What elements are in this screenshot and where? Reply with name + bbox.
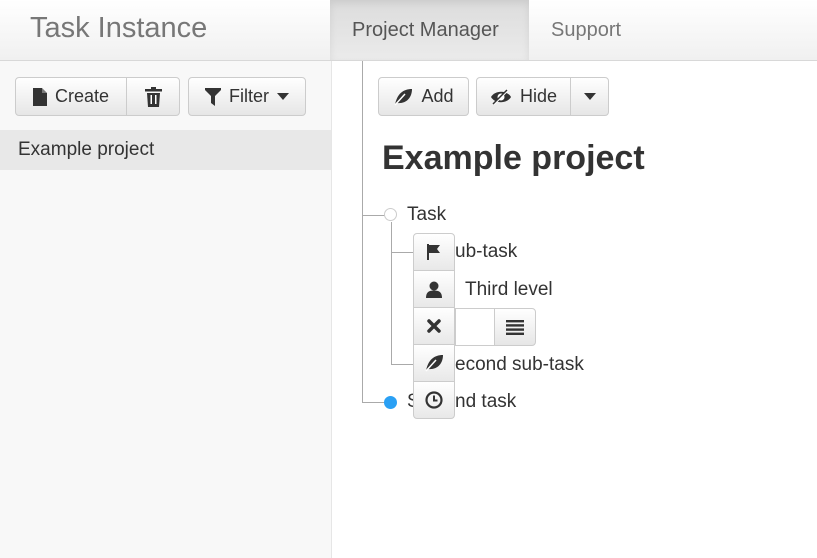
tree-item-second-sub-task[interactable]: econd sub-task [455,354,584,376]
caret-down-icon [583,93,596,100]
hide-dropdown-toggle[interactable] [570,77,609,116]
top-navbar: Task Instance Project Manager Support [0,0,817,61]
tree-connector [362,61,363,403]
leaf-icon [425,355,443,372]
create-label: Create [54,86,110,106]
second-task-status-node[interactable] [384,396,397,409]
project-title: Example project [382,139,645,177]
tree-item-second-task-end[interactable]: nd task [455,391,516,413]
tree-item-third-level[interactable]: Third level [465,279,553,301]
hide-button[interactable]: Hide [476,77,571,116]
remove-button[interactable] [413,307,455,345]
tree-connector [362,215,386,216]
filter-icon [205,87,221,106]
task-menu-button[interactable] [494,308,536,346]
trash-icon [144,86,162,107]
flag-button[interactable] [413,233,455,271]
schedule-button[interactable] [413,381,455,419]
eye-slash-icon [490,88,511,105]
tree-connector [362,402,386,403]
add-label: Add [421,86,454,106]
file-icon [32,87,47,106]
sidebar-item-example-project[interactable]: Example project [0,130,331,170]
tree-item-sub-task[interactable]: ub-task [455,241,517,263]
filter-label: Filter [229,86,269,106]
node-toolbar [413,233,455,419]
leaf-button[interactable] [413,344,455,382]
flag-icon [427,244,440,260]
caret-down-icon [277,93,289,100]
add-button[interactable]: Add [378,77,469,116]
tree-connector [391,222,392,365]
tab-support[interactable]: Support [529,0,643,60]
task-status-node[interactable] [384,208,397,221]
delete-button[interactable] [126,77,180,116]
tree-item-task[interactable]: Task [407,204,446,226]
clock-icon [425,391,443,409]
assign-user-button[interactable] [413,270,455,308]
create-button[interactable]: Create [15,77,127,116]
tree-connector [391,252,413,253]
project-view: Add Hide Example project [332,61,817,558]
remove-icon [427,319,441,333]
hide-label: Hide [519,86,558,106]
filter-button[interactable]: Filter [188,77,306,116]
app-brand[interactable]: Task Instance [30,12,207,45]
task-name-input[interactable] [455,308,495,346]
list-icon [506,319,524,335]
tab-project-manager[interactable]: Project Manager [330,0,529,60]
user-icon [426,281,442,298]
project-sidebar: Create Filter Example project [0,61,332,558]
leaf-icon [394,88,413,106]
tree-connector [391,364,413,365]
